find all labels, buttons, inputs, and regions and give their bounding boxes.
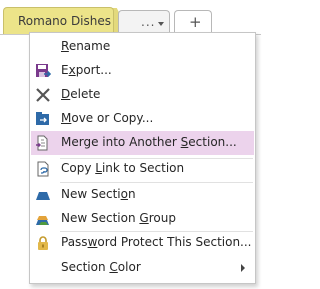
more-ellipsis: ... bbox=[141, 15, 156, 29]
tab-romano-dishes[interactable]: Romano Dishes bbox=[3, 7, 114, 35]
menu-item-label: New Section bbox=[61, 187, 136, 201]
chevron-right-icon bbox=[241, 264, 245, 272]
menu-item-label: Merge into Another Section... bbox=[61, 135, 237, 149]
menu-item-label: New Section Group bbox=[61, 211, 176, 225]
export-icon bbox=[35, 63, 51, 79]
section-tab-strip: Romano Dishes ... + bbox=[0, 0, 261, 35]
menu-item-label: Section Color bbox=[61, 260, 141, 274]
merge-icon bbox=[35, 135, 51, 151]
delete-x-icon bbox=[35, 87, 51, 103]
menu-item-password-protect[interactable]: Password Protect This Section... bbox=[31, 231, 254, 255]
menu-item-rename[interactable]: Rename bbox=[31, 35, 254, 59]
menu-item-label: Password Protect This Section... bbox=[61, 235, 252, 249]
move-copy-icon bbox=[35, 111, 51, 127]
menu-item-new-section[interactable]: New Section bbox=[31, 183, 254, 207]
menu-item-new-section-group[interactable]: New Section Group bbox=[31, 207, 254, 231]
tab-label: Romano Dishes bbox=[18, 14, 112, 28]
plus-icon: + bbox=[189, 13, 202, 31]
menu-item-move-or-copy[interactable]: Move or Copy... bbox=[31, 107, 254, 131]
new-section-group-icon bbox=[35, 211, 51, 227]
menu-item-section-color[interactable]: Section Color bbox=[31, 256, 254, 280]
menu-item-export[interactable]: Export... bbox=[31, 59, 254, 83]
menu-item-label: Move or Copy... bbox=[61, 111, 154, 125]
menu-item-label: Delete bbox=[61, 87, 101, 101]
new-section-icon bbox=[35, 187, 51, 203]
section-context-menu: Rename Export... Delete Move or Copy... … bbox=[29, 32, 256, 284]
menu-item-label: Copy Link to Section bbox=[61, 161, 185, 175]
lock-icon bbox=[35, 235, 51, 251]
menu-item-label: Export... bbox=[61, 63, 112, 77]
menu-item-copy-link-to-section[interactable]: Copy Link to Section bbox=[31, 157, 254, 181]
menu-item-delete[interactable]: Delete bbox=[31, 83, 254, 107]
menu-item-label: Rename bbox=[61, 39, 111, 53]
menu-item-merge-into-another-section[interactable]: Merge into Another Section... bbox=[31, 131, 254, 155]
copy-link-icon bbox=[35, 161, 51, 177]
chevron-down-icon bbox=[158, 22, 164, 26]
